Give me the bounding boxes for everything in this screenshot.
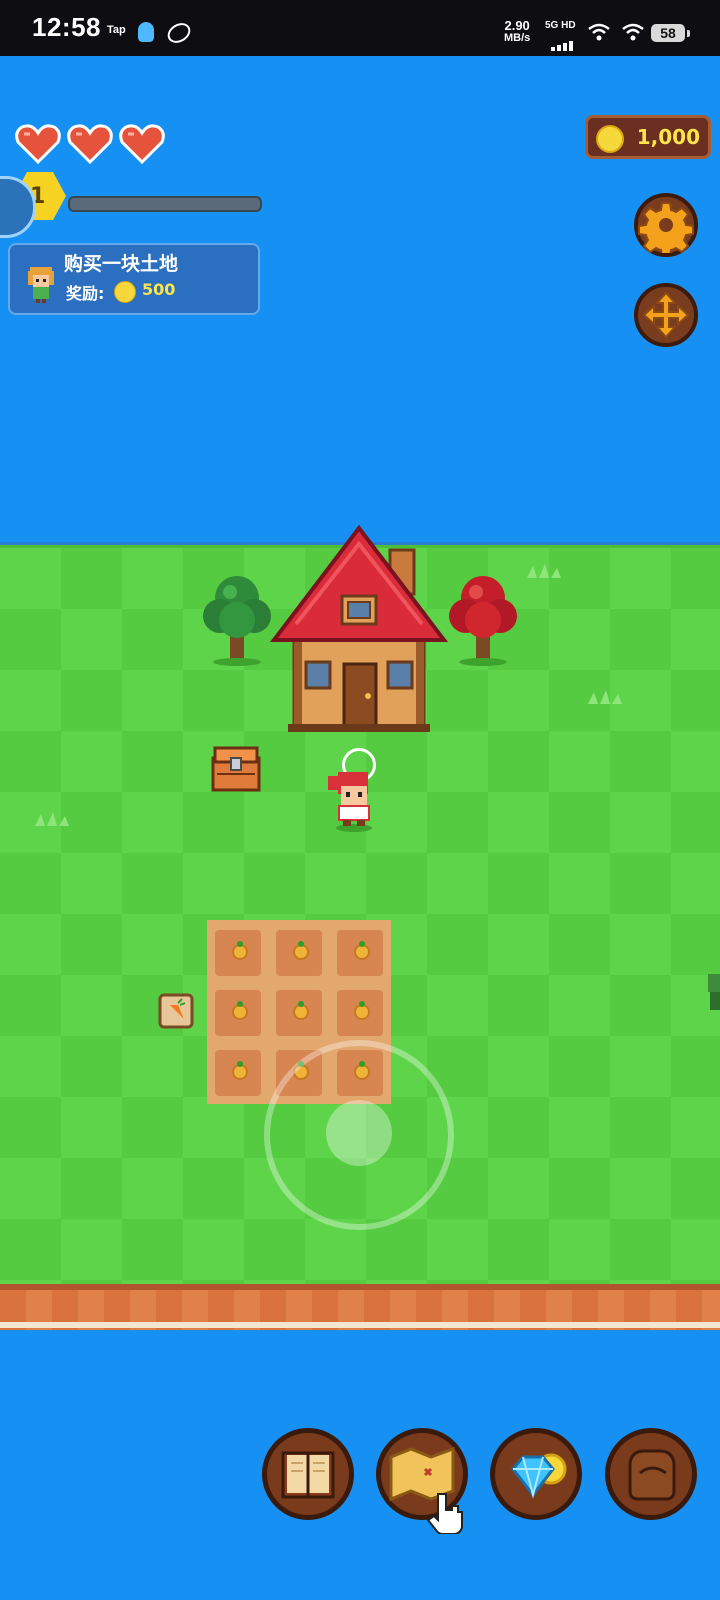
coin-amount: 1,000 bbox=[636, 125, 700, 149]
quest-title: 购买一块土地 bbox=[64, 253, 179, 275]
carrot-sprout-icon bbox=[354, 1001, 370, 1020]
heart-icon bbox=[119, 124, 165, 164]
carrot-sprout-icon bbox=[293, 941, 309, 960]
island-shoreline bbox=[0, 1322, 720, 1328]
battery-indicator: 58 bbox=[651, 24, 690, 42]
pointer-hand-icon bbox=[426, 1493, 463, 1534]
clock: 12:58 bbox=[32, 12, 101, 42]
soil-tile[interactable] bbox=[337, 990, 383, 1036]
carrot-sprout-icon bbox=[232, 1061, 248, 1080]
soil-tile[interactable] bbox=[276, 930, 322, 976]
carrot-sprout-icon bbox=[232, 1001, 248, 1020]
grass-tuft-icon bbox=[527, 564, 561, 578]
book-button[interactable] bbox=[262, 1428, 354, 1520]
qq-notification-icon bbox=[138, 22, 154, 42]
soil-tile[interactable] bbox=[215, 990, 261, 1036]
edge-creature bbox=[708, 974, 720, 1010]
carrot-sprout-icon bbox=[354, 941, 370, 960]
carrot-sprout-icon bbox=[293, 1001, 309, 1020]
storage-chest[interactable] bbox=[211, 744, 261, 792]
heart-icon bbox=[15, 124, 61, 164]
diamond-coin-icon bbox=[511, 1453, 567, 1499]
grass-tuft-icon bbox=[588, 690, 622, 704]
network-speed-unit: MB/s bbox=[504, 32, 531, 44]
bag-icon bbox=[628, 1449, 676, 1501]
carrot-sprout-icon bbox=[232, 941, 248, 960]
move-arrows-icon bbox=[642, 291, 690, 339]
grass-tuft-icon bbox=[35, 812, 69, 826]
planet-notification-icon bbox=[164, 19, 194, 47]
shop-button[interactable] bbox=[490, 1428, 582, 1520]
quest-panel[interactable]: 购买一块土地 奖励: 500 bbox=[8, 243, 260, 315]
wifi-icon bbox=[622, 23, 644, 41]
inventory-button[interactable] bbox=[605, 1428, 697, 1520]
heart-icon bbox=[67, 124, 113, 164]
red-tree bbox=[449, 576, 517, 666]
move-button[interactable] bbox=[634, 283, 698, 347]
network-speed: 2.90 MB/s bbox=[504, 18, 531, 44]
npc-portrait-icon bbox=[28, 267, 54, 303]
farm-house[interactable] bbox=[266, 524, 452, 734]
settings-button[interactable] bbox=[634, 193, 698, 257]
wifi-calling-icon bbox=[588, 23, 610, 41]
coin-icon bbox=[596, 125, 624, 153]
soil-tile[interactable] bbox=[337, 930, 383, 976]
player-character[interactable] bbox=[324, 770, 380, 832]
soil-tile[interactable] bbox=[276, 990, 322, 1036]
green-tree bbox=[203, 576, 271, 666]
coin-icon bbox=[114, 281, 136, 303]
joystick-knob[interactable] bbox=[326, 1100, 392, 1166]
level-indicator: 1 bbox=[0, 172, 262, 238]
gear-icon bbox=[638, 202, 694, 253]
soil-tile[interactable] bbox=[215, 930, 261, 976]
network-speed-value: 2.90 bbox=[504, 18, 530, 33]
quest-reward-amount: 500 bbox=[142, 280, 176, 299]
coin-counter[interactable]: 1,000 bbox=[585, 115, 711, 159]
xp-progress-bar bbox=[68, 196, 262, 212]
book-icon bbox=[281, 1451, 335, 1499]
cell-signal-icon bbox=[551, 32, 575, 51]
signal-type-label: 5G HD bbox=[545, 20, 576, 31]
carrot-seed-sign[interactable] bbox=[158, 993, 194, 1029]
quest-reward-label: 奖励: bbox=[66, 284, 105, 303]
taptap-notification-icon: Tap bbox=[107, 24, 126, 36]
soil-tile[interactable] bbox=[215, 1050, 261, 1096]
status-bar: 12:58 Tap 2.90 MB/s 5G HD 58 bbox=[0, 0, 720, 56]
